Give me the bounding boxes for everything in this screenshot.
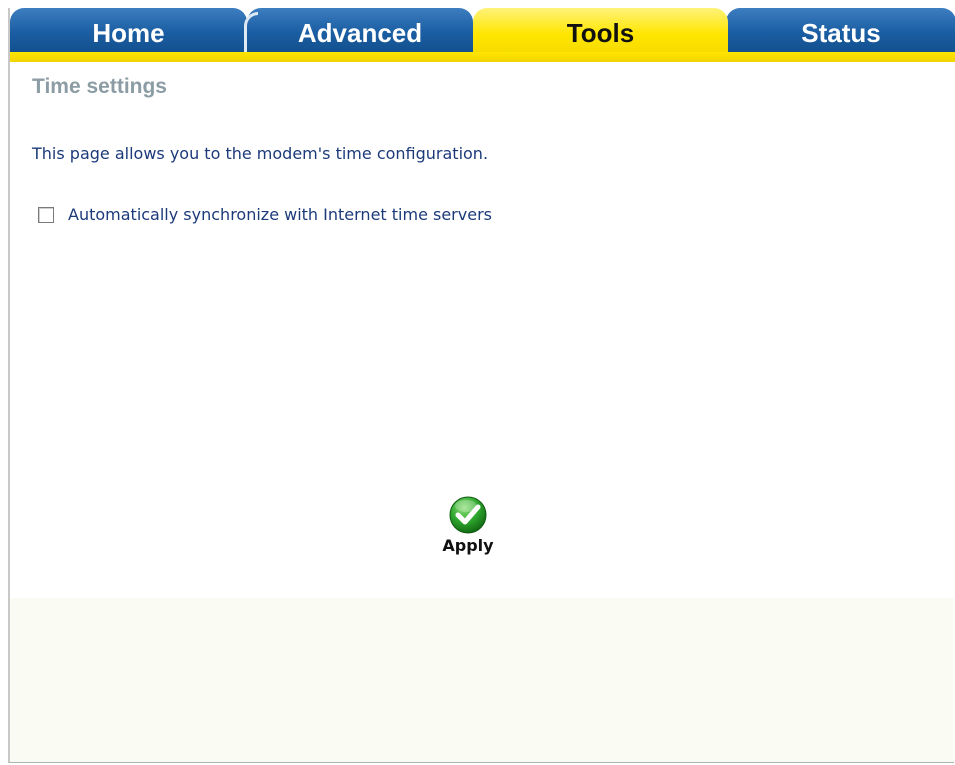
tab-status-label: Status: [801, 18, 881, 48]
page-description: This page allows you to the modem's time…: [32, 144, 489, 163]
apply-button[interactable]: Apply: [428, 496, 508, 562]
tab-bar: Home Advanced Tools Status: [10, 8, 955, 62]
main-frame: Home Advanced Tools Status Time settings…: [8, 8, 955, 763]
tab-tools-label: Tools: [566, 18, 635, 48]
sync-checkbox[interactable]: [38, 206, 54, 223]
tab-status[interactable]: Status: [726, 8, 955, 52]
tab-advanced-label: Advanced: [297, 18, 423, 48]
sync-option-row: Automatically synchronize with Internet …: [38, 205, 492, 224]
check-circle-icon: [449, 496, 487, 534]
tab-underline: [10, 52, 955, 62]
tab-home-label: Home: [92, 18, 165, 48]
tab-home[interactable]: Home: [10, 8, 247, 52]
bottom-panel: [10, 598, 954, 762]
tab-tools[interactable]: Tools: [473, 8, 728, 52]
page-title: Time settings: [32, 75, 167, 98]
apply-button-label: Apply: [442, 536, 494, 555]
tab-advanced[interactable]: Advanced: [247, 8, 473, 52]
tab-divider: [244, 12, 258, 52]
sync-checkbox-label[interactable]: Automatically synchronize with Internet …: [68, 205, 492, 224]
